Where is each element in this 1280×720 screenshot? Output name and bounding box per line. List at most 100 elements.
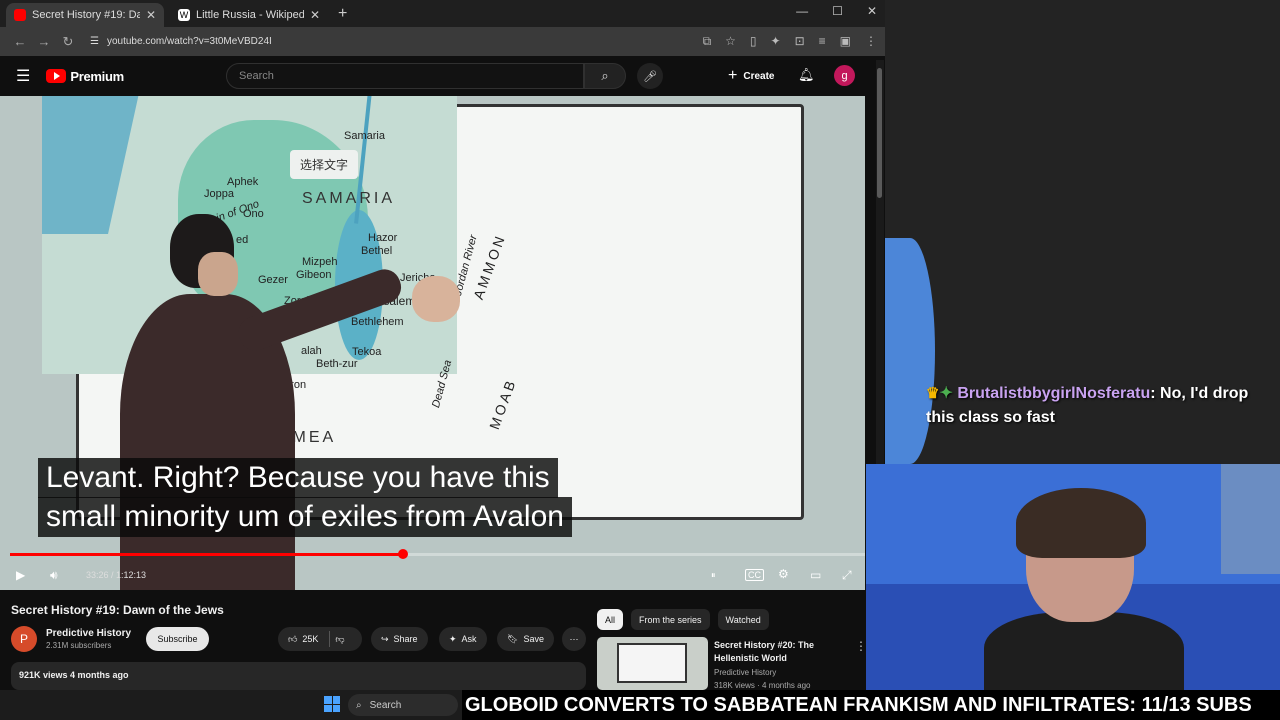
menu-icon[interactable]: ⋮: [865, 34, 877, 49]
taskbar-search-label: Search: [369, 699, 402, 711]
more-actions-button[interactable]: ⋯: [562, 627, 586, 651]
media-icon[interactable]: ≡: [819, 34, 826, 49]
channel-info[interactable]: P Predictive History 2.31M subscribers: [11, 626, 131, 652]
chat-colon: :: [1150, 385, 1161, 402]
new-tab-button[interactable]: +: [338, 5, 347, 27]
site-info-icon[interactable]: ☰: [90, 36, 99, 47]
share-button[interactable]: ↪ Share: [371, 627, 428, 651]
pause-autoplay-icon[interactable]: ⏸: [711, 570, 716, 581]
like-button[interactable]: 👍︎ 25K 👎︎: [278, 627, 362, 651]
chip-all[interactable]: All: [597, 609, 624, 630]
mic-icon: 🎤︎: [643, 70, 657, 83]
map-label: Bethlehem: [351, 316, 404, 328]
map-label-region: SAMARIA: [302, 190, 396, 207]
like-count: 25K: [302, 634, 319, 644]
recommended-video[interactable]: Secret History #20: The Hellenistic Worl…: [597, 637, 867, 690]
save-label: Save: [523, 634, 544, 644]
bookmark-star-icon[interactable]: ☆: [725, 34, 736, 49]
description-box[interactable]: 921K views 4 months ago: [11, 662, 586, 690]
captions-icon[interactable]: CC: [745, 569, 764, 581]
presenter-face: [198, 252, 238, 296]
share-icon: ↪: [381, 633, 389, 644]
progress-bar[interactable]: [10, 549, 865, 559]
text-select-overlay[interactable]: 选择文字: [290, 150, 359, 179]
url-text: youtube.com/watch?v=3t0MeVBD24I: [106, 36, 272, 47]
related-filter-chips: All From the series Watched: [597, 609, 769, 630]
progress-played: [10, 553, 404, 556]
screenshot-icon[interactable]: ⊡: [795, 34, 805, 49]
close-tab-icon[interactable]: ✕: [146, 8, 156, 22]
video-title: Secret History #19: Dawn of the Jews: [11, 603, 224, 617]
back-icon[interactable]: ←: [8, 34, 32, 49]
thumbs-up-icon: 👍︎: [288, 633, 298, 644]
volume-icon[interactable]: 🔊︎: [50, 568, 58, 583]
video-player[interactable]: Samaria Aphek Joppa Ono SAMARIA Hazor Be…: [0, 96, 865, 590]
windows-start-icon[interactable]: [324, 696, 340, 712]
thumbs-down-icon[interactable]: 👎︎: [335, 634, 344, 645]
logo-text: Premium: [70, 68, 124, 84]
streamer-shirt: [984, 612, 1184, 690]
chat-username: BrutalistbbygirlNosferatu: [957, 385, 1151, 402]
stream-ticker: GLOBOID CONVERTS TO SABBATEAN FRANKISM A…: [462, 690, 1280, 720]
player-controls: ▶ 🔊︎ 33:26 / 1:12:13 ⏸ CC ⚙ ▭ ⤢: [0, 564, 865, 590]
map-label: Hazor: [368, 232, 398, 244]
sparkle-icon: ✦: [449, 633, 457, 644]
chip-watched[interactable]: Watched: [717, 609, 769, 630]
fullscreen-icon[interactable]: ⤢: [842, 568, 852, 583]
webcam-window: [1221, 464, 1280, 574]
ask-button[interactable]: ✦ Ask: [439, 627, 487, 651]
more-horizontal-icon: ⋯: [569, 633, 579, 644]
recommended-thumbnail[interactable]: [597, 637, 708, 690]
channel-avatar[interactable]: P: [11, 626, 37, 652]
forward-icon[interactable]: →: [32, 34, 56, 49]
tab-title: Secret History #19: Dawn of the: [32, 9, 140, 21]
account-avatar[interactable]: g: [834, 65, 855, 86]
create-button[interactable]: + Create: [728, 64, 774, 88]
progress-scrubber[interactable]: [398, 549, 409, 559]
recommended-views: 318K views · 4 months ago: [714, 681, 811, 690]
voice-search-button[interactable]: 🎤︎: [637, 63, 663, 89]
notifications-bell-icon[interactable]: 🔔︎: [798, 67, 815, 83]
url-field[interactable]: ☰ youtube.com/watch?v=3t0MeVBD24I: [90, 36, 703, 47]
tab-title: Little Russia - Wikipedia: [196, 9, 304, 21]
search-icon: ⌕: [356, 699, 362, 711]
close-window-icon[interactable]: ✕: [867, 4, 877, 18]
close-tab-icon[interactable]: ✕: [310, 8, 320, 22]
streamer-hair: [1016, 488, 1146, 558]
hamburger-menu-icon[interactable]: ☰: [16, 66, 30, 86]
youtube-header: ☰ Premium Search ⌕ 🎤︎ + Create 🔔︎ g: [0, 56, 885, 96]
minimize-icon[interactable]: —: [796, 4, 808, 18]
search-input[interactable]: Search: [226, 63, 584, 89]
play-icon[interactable]: ▶: [16, 568, 25, 582]
maximize-icon[interactable]: ☐: [832, 4, 843, 18]
map-label: Beth-zur: [316, 358, 358, 370]
presenter-hand: [412, 276, 460, 322]
recommended-title[interactable]: Secret History #20: The Hellenistic Worl…: [714, 639, 834, 665]
channel-text: Predictive History 2.31M subscribers: [46, 628, 131, 650]
theater-mode-icon[interactable]: ▭: [810, 568, 821, 582]
map-label: Joppa: [204, 188, 234, 200]
webcam-feed: [866, 464, 1280, 690]
chip-from-series[interactable]: From the series: [631, 609, 710, 630]
map-label: Samaria: [344, 130, 385, 142]
profile-icon[interactable]: ▣: [840, 34, 851, 49]
tab-youtube[interactable]: Secret History #19: Dawn of the ✕: [6, 3, 164, 27]
scrollbar-thumb[interactable]: [877, 68, 882, 198]
subscribe-button[interactable]: Subscribe: [146, 627, 209, 651]
search-icon: ⌕: [601, 68, 609, 83]
reload-icon[interactable]: ↻: [56, 34, 80, 50]
channel-name[interactable]: Predictive History: [46, 628, 131, 639]
chat-message: ♛✦ BrutalistbbygirlNosferatu: No, I'd dr…: [926, 382, 1266, 430]
settings-gear-icon[interactable]: ⚙: [778, 567, 789, 581]
reading-list-icon[interactable]: ▯: [750, 34, 757, 49]
search-button[interactable]: ⌕: [584, 63, 626, 89]
tab-wikipedia[interactable]: W Little Russia - Wikipedia ✕: [170, 3, 328, 27]
youtube-logo[interactable]: Premium: [46, 69, 124, 84]
save-button[interactable]: 🔖︎ Save: [497, 627, 554, 651]
tab-bar: Secret History #19: Dawn of the ✕ W Litt…: [0, 0, 885, 27]
thumbnail-board: [617, 643, 687, 683]
taskbar-search[interactable]: ⌕ Search: [348, 694, 458, 716]
browser-window: Secret History #19: Dawn of the ✕ W Litt…: [0, 0, 885, 690]
install-icon[interactable]: ⧉: [703, 34, 712, 49]
extensions-icon[interactable]: ✦: [771, 34, 781, 49]
